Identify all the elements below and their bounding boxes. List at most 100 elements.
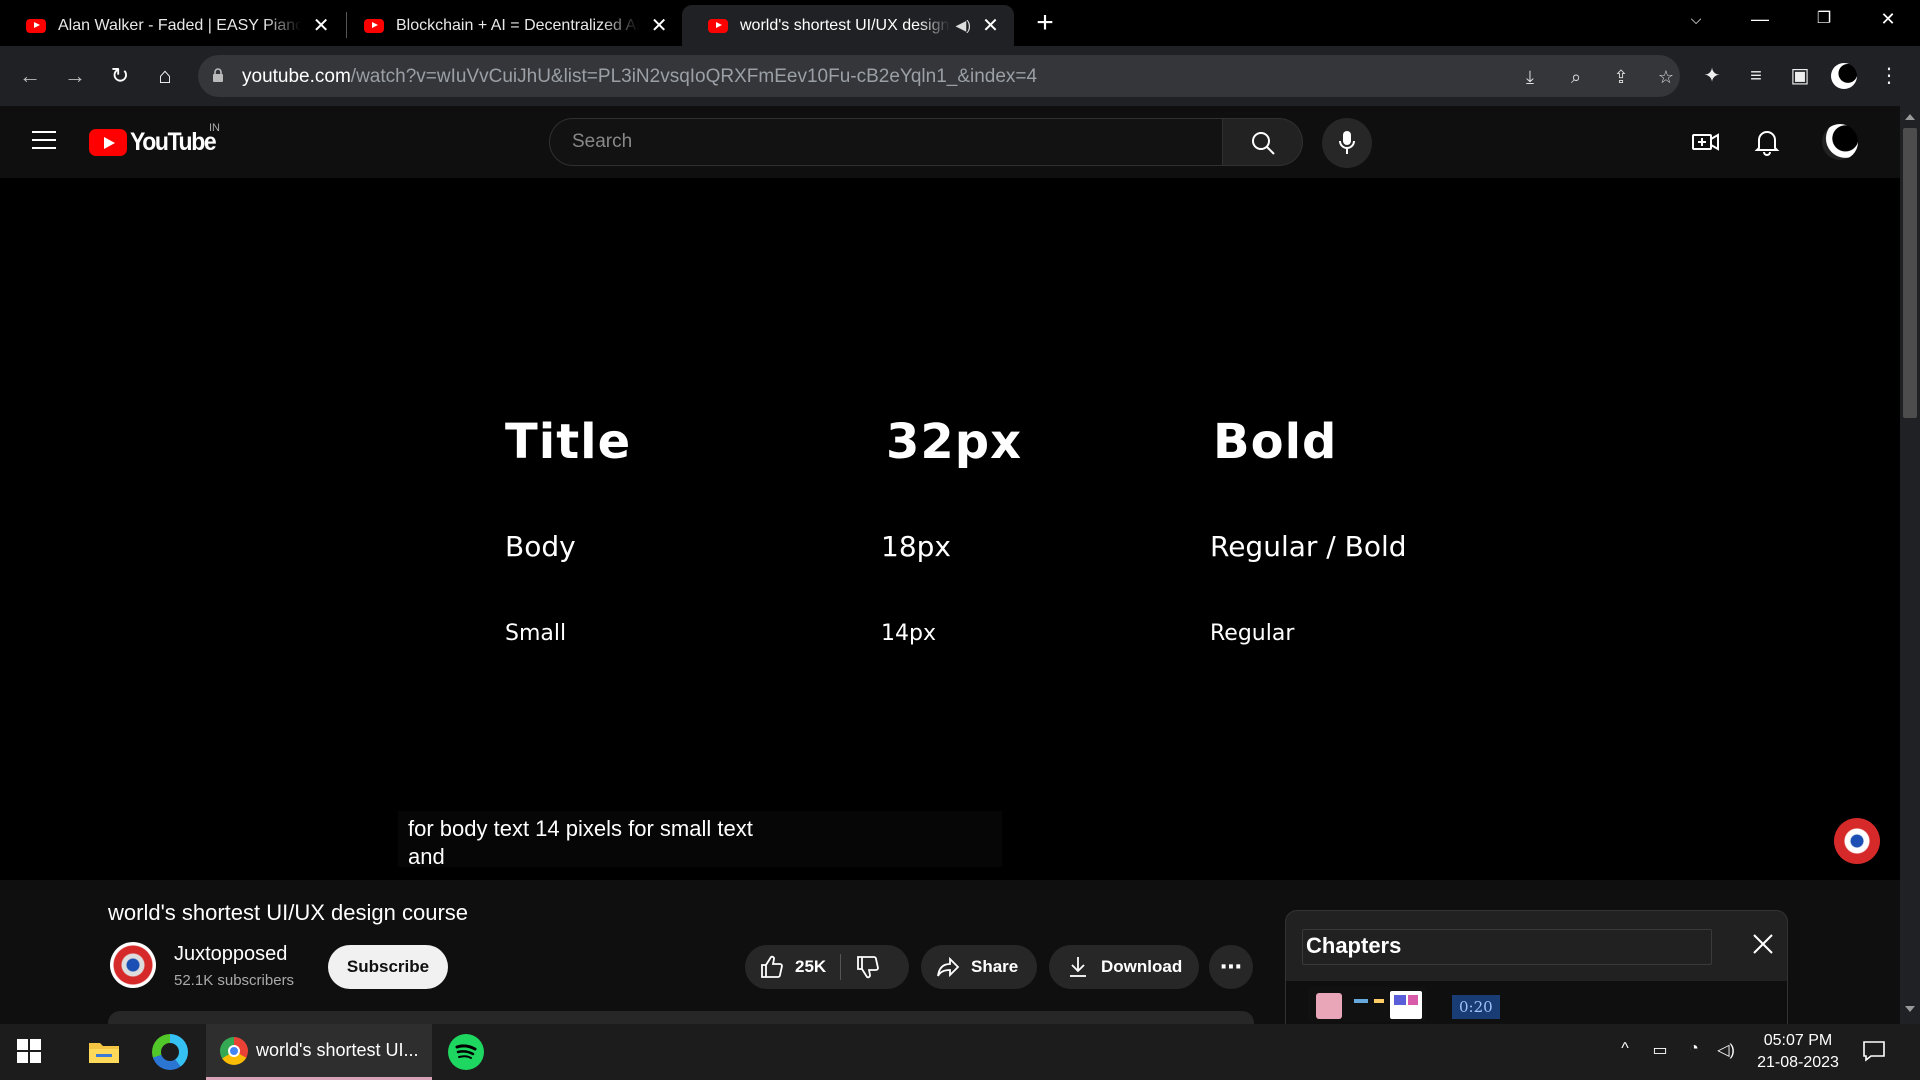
restore-button[interactable]: ❐ [1804,4,1844,34]
chapter-timestamp[interactable]: 0:20 [1452,995,1500,1019]
like-count: 25K [795,957,827,976]
edge-browser-icon[interactable] [152,1034,188,1070]
channel-name[interactable]: Juxtopposed [174,943,287,966]
clock-time: 05:07 PM [1763,1032,1833,1049]
notifications-bell-icon[interactable] [1751,126,1783,158]
close-tab-icon[interactable]: ✕ [311,16,331,36]
search-button[interactable] [1223,118,1303,166]
volume-icon[interactable]: ◁) [1712,1040,1740,1060]
tab-label: Blockchain + AI = Decentralized AI [396,16,640,34]
caption-line: and [408,844,445,869]
like-button[interactable]: 25K [759,954,826,980]
tab-alan-walker[interactable]: Alan Walker - Faded | EASY Piano ✕ [0,5,345,46]
country-code: IN [209,122,220,134]
frame-row2-size: 18px [881,530,951,563]
frame-row1-weight: Bold [1213,414,1338,470]
forward-arrow-icon[interactable]: → [59,60,91,92]
share-button[interactable]: Share [921,945,1037,989]
frame-row3-size: 14px [881,621,936,646]
create-video-icon[interactable] [1690,126,1722,158]
microphone-icon [1339,131,1355,154]
media-control-icon[interactable]: ≡ [1741,61,1771,91]
browser-toolbar: ← → ↻ ⌂ youtube.com/watch?v=wIuVvCuiJhU&… [0,46,1920,106]
close-tab-icon[interactable]: ✕ [649,16,669,36]
install-app-icon[interactable]: ⤓ [1518,65,1542,89]
youtube-favicon-icon [26,18,46,33]
extensions-puzzle-icon[interactable]: ✦ [1697,61,1727,91]
spotify-icon[interactable] [448,1034,484,1070]
tab-blockchain-ai[interactable]: Blockchain + AI = Decentralized AI ✕ [338,5,683,46]
back-arrow-icon[interactable]: ← [14,60,46,92]
account-avatar[interactable] [1822,124,1858,160]
share-arrow-icon [937,956,960,978]
youtube-favicon-icon [708,18,728,33]
frame-row2-weight: Regular / Bold [1210,530,1407,563]
side-panel-icon[interactable]: ▣ [1785,61,1815,91]
download-label: Download [1101,957,1183,976]
like-dislike-group: 25K [745,945,909,989]
youtube-logo[interactable]: YouTube IN [89,122,223,157]
tab-label: world's shortest UI/UX design course [740,16,950,34]
voice-search-button[interactable] [1322,118,1372,168]
profile-avatar-icon[interactable] [1829,61,1859,91]
zoom-icon[interactable]: ⌕ [1564,65,1588,89]
browser-tab-strip: Alan Walker - Faded | EASY Piano ✕ Block… [0,0,1920,46]
share-page-icon[interactable]: ⇪ [1609,65,1633,89]
battery-icon[interactable]: ▭ [1646,1040,1674,1060]
more-horizontal-icon: ⋯ [1220,954,1242,979]
windows-start-icon[interactable] [16,1038,42,1064]
show-hidden-icons-chevron-up-icon[interactable]: ^ [1614,1040,1636,1058]
system-clock[interactable]: 05:07 PM 21-08-2023 [1738,1030,1858,1074]
video-player[interactable]: Title 32px Bold Body 18px Regular / Bold… [0,178,1900,880]
search-icon [1252,132,1275,155]
chrome-icon [220,1036,248,1065]
tab-label: Alan Walker - Faded | EASY Piano [58,16,302,34]
window-close-button[interactable]: ✕ [1868,4,1908,34]
windows-taskbar: world's shortest UI... ^ ▭ ◔ ◁) 05:07 PM… [0,1024,1920,1080]
address-bar[interactable]: youtube.com/watch?v=wIuVvCuiJhU&list=PL3… [198,55,1680,97]
speaker-icon[interactable]: ◀) [956,17,971,34]
browser-menu-icon[interactable]: ⋮ [1874,61,1904,91]
new-tab-button[interactable]: + [1030,8,1060,38]
scrollbar-thumb[interactable] [1903,128,1917,418]
lock-icon[interactable] [212,68,224,82]
scroll-up-arrow-icon[interactable] [1905,114,1915,120]
file-explorer-icon[interactable] [86,1034,122,1070]
search-box [549,118,1223,166]
download-button[interactable]: Download [1049,945,1199,989]
wifi-icon[interactable]: ◔ [1680,1040,1708,1058]
frame-row2-role: Body [505,530,576,563]
youtube-header: YouTube IN [0,106,1900,178]
page-scrollbar[interactable] [1900,106,1920,1024]
thumbs-down-icon[interactable] [855,954,881,980]
more-actions-button[interactable]: ⋯ [1209,945,1253,989]
close-icon[interactable] [1748,929,1778,959]
scroll-down-arrow-icon[interactable] [1905,1006,1915,1012]
notification-center-icon[interactable] [1862,1039,1886,1063]
channel-watermark[interactable] [1834,818,1880,864]
channel-avatar[interactable] [110,942,156,988]
video-title: world's shortest UI/UX design course [108,900,469,925]
hamburger-menu-icon[interactable] [32,131,56,151]
tab-ui-ux-course[interactable]: world's shortest UI/UX design course ◀) … [682,5,1014,46]
tab-search-icon[interactable]: ⌵ [1676,4,1716,34]
bookmark-star-icon[interactable]: ☆ [1654,65,1678,89]
taskbar-window-label: world's shortest UI... [256,1040,419,1060]
reload-icon[interactable]: ↻ [104,60,136,92]
download-icon [1070,957,1086,977]
taskbar-chrome-window[interactable]: world's shortest UI... [206,1024,432,1080]
subscribe-button[interactable]: Subscribe [328,945,448,989]
chapter-thumbnail [1308,987,1426,1021]
close-tab-icon[interactable]: ✕ [981,16,1000,36]
share-label: Share [971,957,1019,976]
divider [840,954,842,980]
thumbs-up-icon [761,955,783,978]
youtube-wordmark: YouTube [130,128,217,156]
youtube-play-icon [89,129,127,156]
home-icon[interactable]: ⌂ [149,60,181,92]
closed-caption: for body text 14 pixels for small text a… [398,811,1002,869]
minimize-button[interactable]: — [1740,4,1780,34]
subscriber-count: 52.1K subscribers [174,972,295,989]
search-input[interactable] [550,119,1150,165]
caption-line: for body text 14 pixels for small text [408,816,753,841]
